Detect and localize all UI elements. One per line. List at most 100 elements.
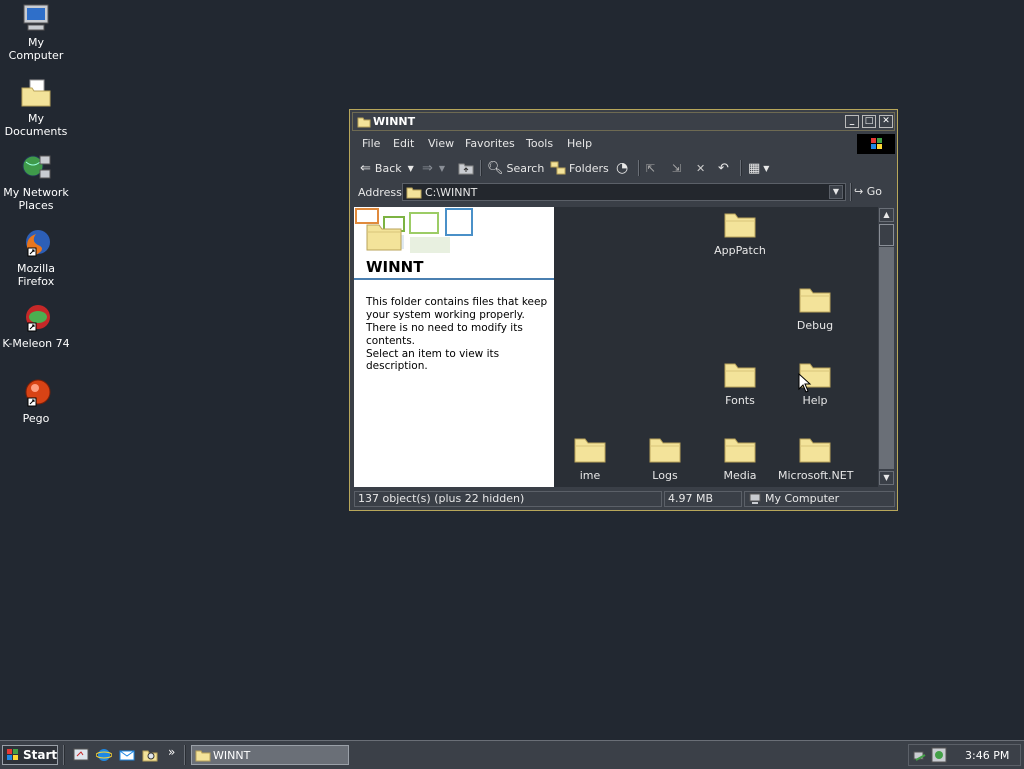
- folder-item-debug[interactable]: Debug: [778, 285, 852, 332]
- address-input[interactable]: C:\WINNT ▼: [402, 183, 846, 201]
- desktop-icon-label: My Computer: [8, 36, 64, 62]
- folder-item-logs[interactable]: Logs: [628, 435, 702, 482]
- folder-icon: [724, 438, 756, 463]
- menu-favorites[interactable]: Favorites: [465, 137, 515, 150]
- move-to-icon: ⇱: [646, 161, 656, 175]
- minimize-button[interactable]: _: [845, 115, 859, 128]
- folder-icon: [799, 438, 831, 463]
- vertical-scrollbar[interactable]: ▲ ▼: [878, 207, 895, 487]
- outlook-express-icon: [119, 750, 135, 761]
- desktop-icon-my-documents[interactable]: My Documents: [0, 78, 72, 138]
- close-button[interactable]: ✕: [879, 115, 893, 128]
- folder-item-label: ime: [579, 469, 601, 482]
- chevron-down-icon: ▼: [883, 473, 890, 482]
- quicklaunch-more-button[interactable]: »: [168, 745, 175, 759]
- undo-button[interactable]: ↶: [718, 157, 729, 179]
- maximize-button[interactable]: □: [862, 115, 876, 128]
- desktop-icon-my-network-places[interactable]: My Network Places: [0, 152, 72, 212]
- scroll-track[interactable]: [879, 247, 894, 469]
- folder-item-ime[interactable]: ime: [553, 435, 627, 482]
- desktop-icon-label: K-Meleon 74: [2, 337, 70, 350]
- folder-item-help[interactable]: Help: [778, 360, 852, 407]
- chevron-down-icon: ▼: [763, 163, 770, 173]
- chevron-down-icon: ▼: [832, 187, 840, 196]
- views-button[interactable]: ▦ ▼: [748, 157, 769, 179]
- folder-item-label: Fonts: [725, 394, 755, 407]
- desktop-icon-label: My Documents: [4, 112, 68, 138]
- window-titlebar[interactable]: WINNT _ □ ✕: [352, 112, 895, 131]
- scroll-thumb[interactable]: [879, 224, 894, 246]
- search-button[interactable]: 🔍︎ Search: [487, 157, 544, 179]
- folder-icon: [195, 750, 211, 762]
- start-label: Start: [23, 748, 58, 762]
- folder-icon: [574, 438, 606, 463]
- taskbar: Start » WINNT 3:46 PM: [0, 740, 1024, 769]
- k-meleon-icon: [26, 305, 50, 332]
- menu-view[interactable]: View: [428, 137, 454, 150]
- quicklaunch-ie-button[interactable]: [95, 747, 113, 766]
- up-folder-button[interactable]: [458, 157, 474, 179]
- desktop-icon-label: Mozilla Firefox: [17, 262, 55, 288]
- firefox-icon: [26, 230, 50, 257]
- history-button[interactable]: ◔: [616, 157, 628, 179]
- address-bar: Address C:\WINNT ▼ ↪ Go: [354, 181, 895, 204]
- forward-arrow-icon: ⇒: [422, 160, 433, 176]
- desktop-icon-my-computer[interactable]: My Computer: [0, 2, 72, 62]
- status-zone-label: My Computer: [765, 492, 840, 505]
- tray-app-icon-graphic: [931, 747, 947, 763]
- info-hint: Select an item to view its description.: [366, 348, 500, 372]
- back-button[interactable]: ⇐ Back ▼: [360, 157, 414, 179]
- folder-item-label: Media: [723, 469, 757, 482]
- folder-item-label: AppPatch: [714, 244, 766, 257]
- start-button[interactable]: Start: [2, 745, 58, 765]
- clock[interactable]: 3:46 PM: [965, 749, 1009, 762]
- folder-icon: [357, 117, 371, 128]
- folder-item-media[interactable]: Media: [703, 435, 777, 482]
- address-dropdown-button[interactable]: ▼: [829, 185, 843, 199]
- menu-tools[interactable]: Tools: [526, 137, 553, 150]
- folder-item-microsoft-net[interactable]: Microsoft.NET: [778, 435, 853, 482]
- forward-button[interactable]: ⇒ ▼: [422, 157, 445, 179]
- quicklaunch-search-button[interactable]: [142, 747, 158, 766]
- desktop-icon-label: My Network Places: [3, 186, 69, 212]
- tray-network-icon[interactable]: [913, 747, 929, 766]
- folder-item-fonts[interactable]: Fonts: [703, 360, 777, 407]
- quicklaunch-outlook-button[interactable]: [119, 747, 135, 766]
- status-objects: 137 object(s) (plus 22 hidden): [354, 491, 662, 507]
- folder-icon: [724, 363, 756, 388]
- delete-button[interactable]: ✕: [696, 157, 705, 179]
- desktop-icon-pego[interactable]: Pego: [0, 378, 72, 425]
- chevron-down-icon: ▼: [438, 163, 446, 173]
- move-to-button[interactable]: ⇱: [646, 157, 655, 179]
- menu-help[interactable]: Help: [567, 137, 592, 150]
- status-bar: 137 object(s) (plus 22 hidden) 4.97 MB M…: [354, 490, 895, 508]
- info-divider: [354, 278, 554, 280]
- taskbar-task-label: WINNT: [213, 749, 251, 762]
- scroll-up-button[interactable]: ▲: [879, 208, 894, 222]
- menu-file[interactable]: File: [362, 137, 380, 150]
- go-button[interactable]: ↪ Go: [854, 185, 882, 198]
- scroll-down-button[interactable]: ▼: [879, 471, 894, 485]
- computer-icon: [749, 493, 761, 504]
- menu-edit[interactable]: Edit: [393, 137, 414, 150]
- system-tray: 3:46 PM: [908, 744, 1021, 766]
- info-description: This folder contains files that keep you…: [366, 296, 548, 347]
- taskbar-task-winnt[interactable]: WINNT: [191, 745, 349, 765]
- tray-app-icon[interactable]: [931, 747, 947, 766]
- info-pane: WINNT This folder contains files that ke…: [354, 207, 554, 487]
- copy-to-button[interactable]: ⇲: [672, 157, 681, 179]
- folders-button[interactable]: Folders: [550, 157, 609, 179]
- history-icon: ◔: [616, 160, 629, 176]
- status-zone: My Computer: [744, 491, 895, 507]
- desktop-icon-mozilla-firefox[interactable]: Mozilla Firefox: [0, 228, 72, 288]
- folder-icon: [799, 288, 831, 313]
- views-grid-icon: ▦: [748, 160, 761, 176]
- delete-icon: ✕: [696, 161, 706, 175]
- folder-item-apppatch[interactable]: AppPatch: [703, 210, 777, 257]
- windows-logo-icon: [7, 749, 18, 760]
- search-icon: 🔍︎: [487, 160, 504, 176]
- show-desktop-button[interactable]: [73, 747, 89, 766]
- folder-icon: [366, 224, 402, 251]
- desktop-icon-k-meleon[interactable]: K-Meleon 74: [0, 303, 72, 350]
- explorer-window: WINNT _ □ ✕ File Edit View Favorites Too…: [349, 109, 898, 511]
